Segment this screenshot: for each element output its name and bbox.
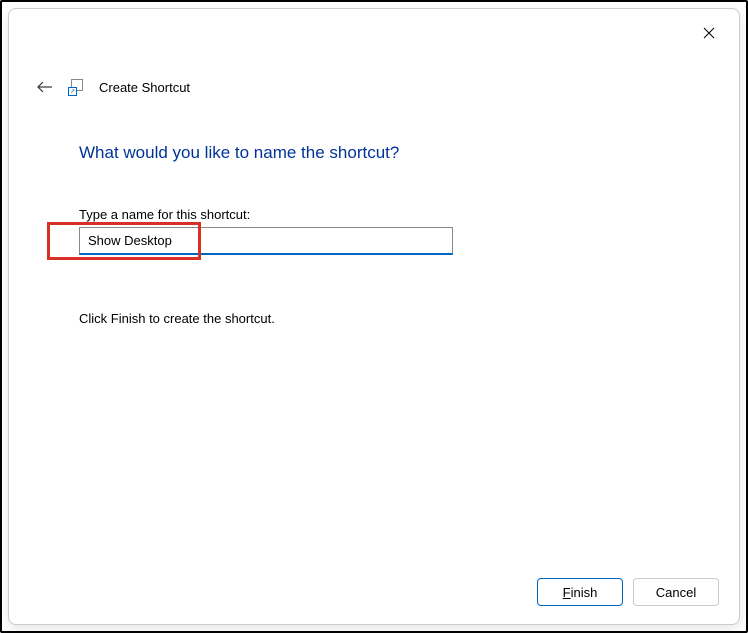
cancel-button[interactable]: Cancel bbox=[633, 578, 719, 606]
input-label: Type a name for this shortcut: bbox=[79, 207, 250, 222]
dialog-title: Create Shortcut bbox=[99, 80, 190, 95]
input-wrapper bbox=[79, 227, 453, 255]
back-arrow-icon bbox=[36, 78, 54, 96]
dialog-window: ↗ Create Shortcut What would you like to… bbox=[8, 8, 740, 625]
finish-button[interactable]: Finish bbox=[537, 578, 623, 606]
shortcut-icon: ↗ bbox=[69, 79, 85, 95]
back-button[interactable] bbox=[35, 77, 55, 97]
main-heading: What would you like to name the shortcut… bbox=[79, 143, 399, 163]
button-bar: Finish Cancel bbox=[537, 578, 719, 606]
header-row: ↗ Create Shortcut bbox=[35, 77, 190, 97]
close-button[interactable] bbox=[699, 23, 719, 43]
shortcut-name-input[interactable] bbox=[79, 227, 453, 255]
close-icon bbox=[703, 27, 715, 39]
instruction-text: Click Finish to create the shortcut. bbox=[79, 311, 275, 326]
